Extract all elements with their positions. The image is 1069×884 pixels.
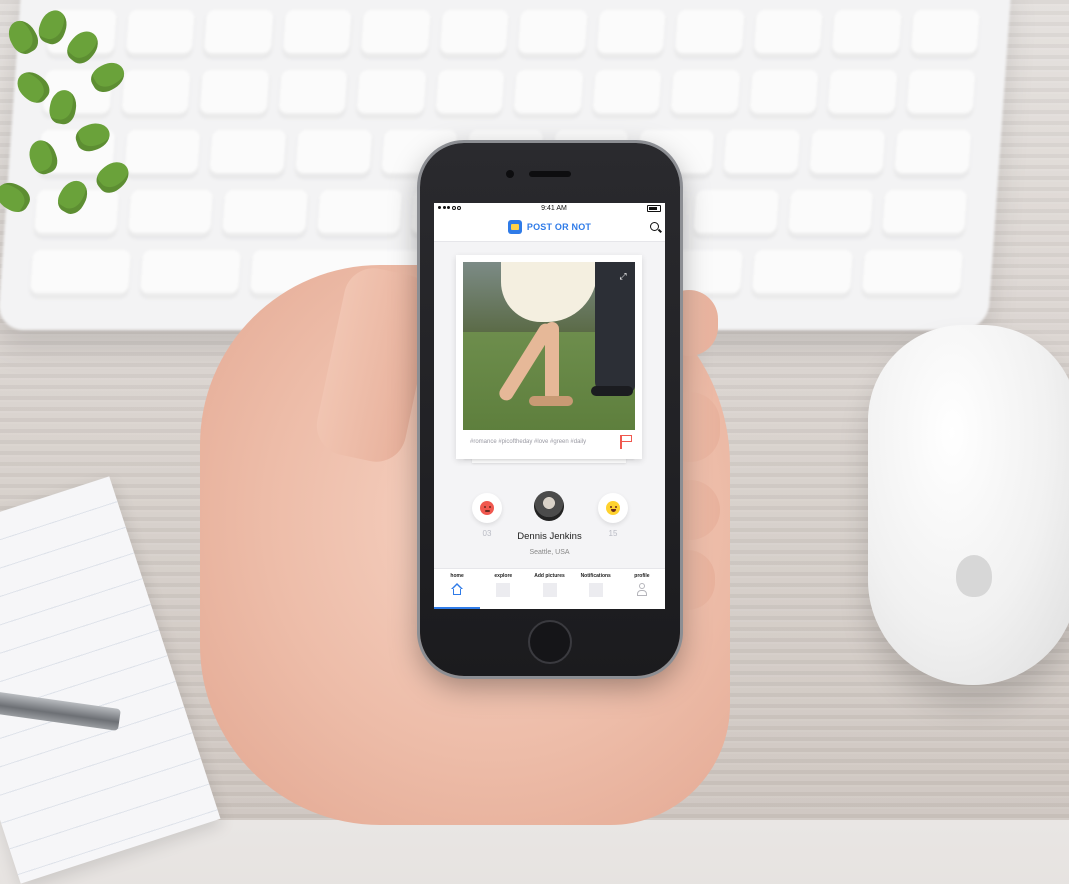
home-icon [451, 583, 464, 595]
home-button[interactable] [528, 620, 572, 664]
post-hashtags: #romance #picoftheday #love #green #dail… [470, 439, 587, 445]
user-location: Seattle, USA [529, 549, 570, 556]
angry-face-icon [480, 501, 494, 515]
tab-label: home [450, 573, 464, 579]
angry-reaction-button[interactable] [472, 493, 502, 523]
plant [0, 0, 170, 240]
front-camera [506, 170, 514, 178]
tab-label: Notifications [580, 573, 611, 579]
app-header: POST OR NOT [434, 213, 665, 242]
tab-label: explore [494, 573, 513, 579]
explore-icon [496, 583, 511, 597]
app-title: POST OR NOT [526, 222, 592, 232]
apple-logo-icon [956, 555, 992, 597]
app-screen: 9:41 AM POST OR NOT ⤢ #romance #picofthe… [434, 203, 665, 609]
expand-icon[interactable]: ⤢ [618, 271, 628, 281]
status-bar: 9:41 AM [434, 203, 665, 213]
tab-notifications[interactable]: Notifications [573, 569, 619, 609]
tab-bar: home explore Add pictures Notifications … [434, 568, 665, 609]
happy-reaction-button[interactable] [598, 493, 628, 523]
flag-icon[interactable] [620, 435, 632, 449]
happy-face-icon [606, 501, 620, 515]
post-card-stack: ⤢ #romance #picoftheday #love #green #da… [456, 255, 642, 463]
tab-label: Add pictures [534, 573, 565, 579]
profile-icon [636, 583, 648, 597]
mouse [868, 325, 1069, 685]
post-photo[interactable]: ⤢ [463, 262, 635, 430]
status-time: 9:41 AM [541, 204, 567, 212]
phone: 9:41 AM POST OR NOT ⤢ #romance #picofthe… [420, 143, 680, 676]
post-card[interactable]: ⤢ #romance #picoftheday #love #green #da… [456, 255, 642, 459]
tab-explore[interactable]: explore [480, 569, 526, 609]
app-logo-icon [507, 220, 522, 234]
add-pictures-icon [542, 583, 557, 597]
tab-profile[interactable]: profile [619, 569, 665, 609]
speaker [529, 171, 571, 177]
notifications-icon [588, 583, 603, 597]
avatar[interactable] [534, 491, 564, 521]
search-icon[interactable] [650, 222, 659, 231]
tab-home[interactable]: home [434, 569, 481, 609]
battery-icon [647, 204, 661, 212]
tab-add-pictures[interactable]: Add pictures [526, 569, 572, 609]
user-name[interactable]: Dennis Jenkins [434, 531, 665, 542]
signal-icon [438, 206, 461, 210]
tab-label: profile [634, 573, 650, 579]
